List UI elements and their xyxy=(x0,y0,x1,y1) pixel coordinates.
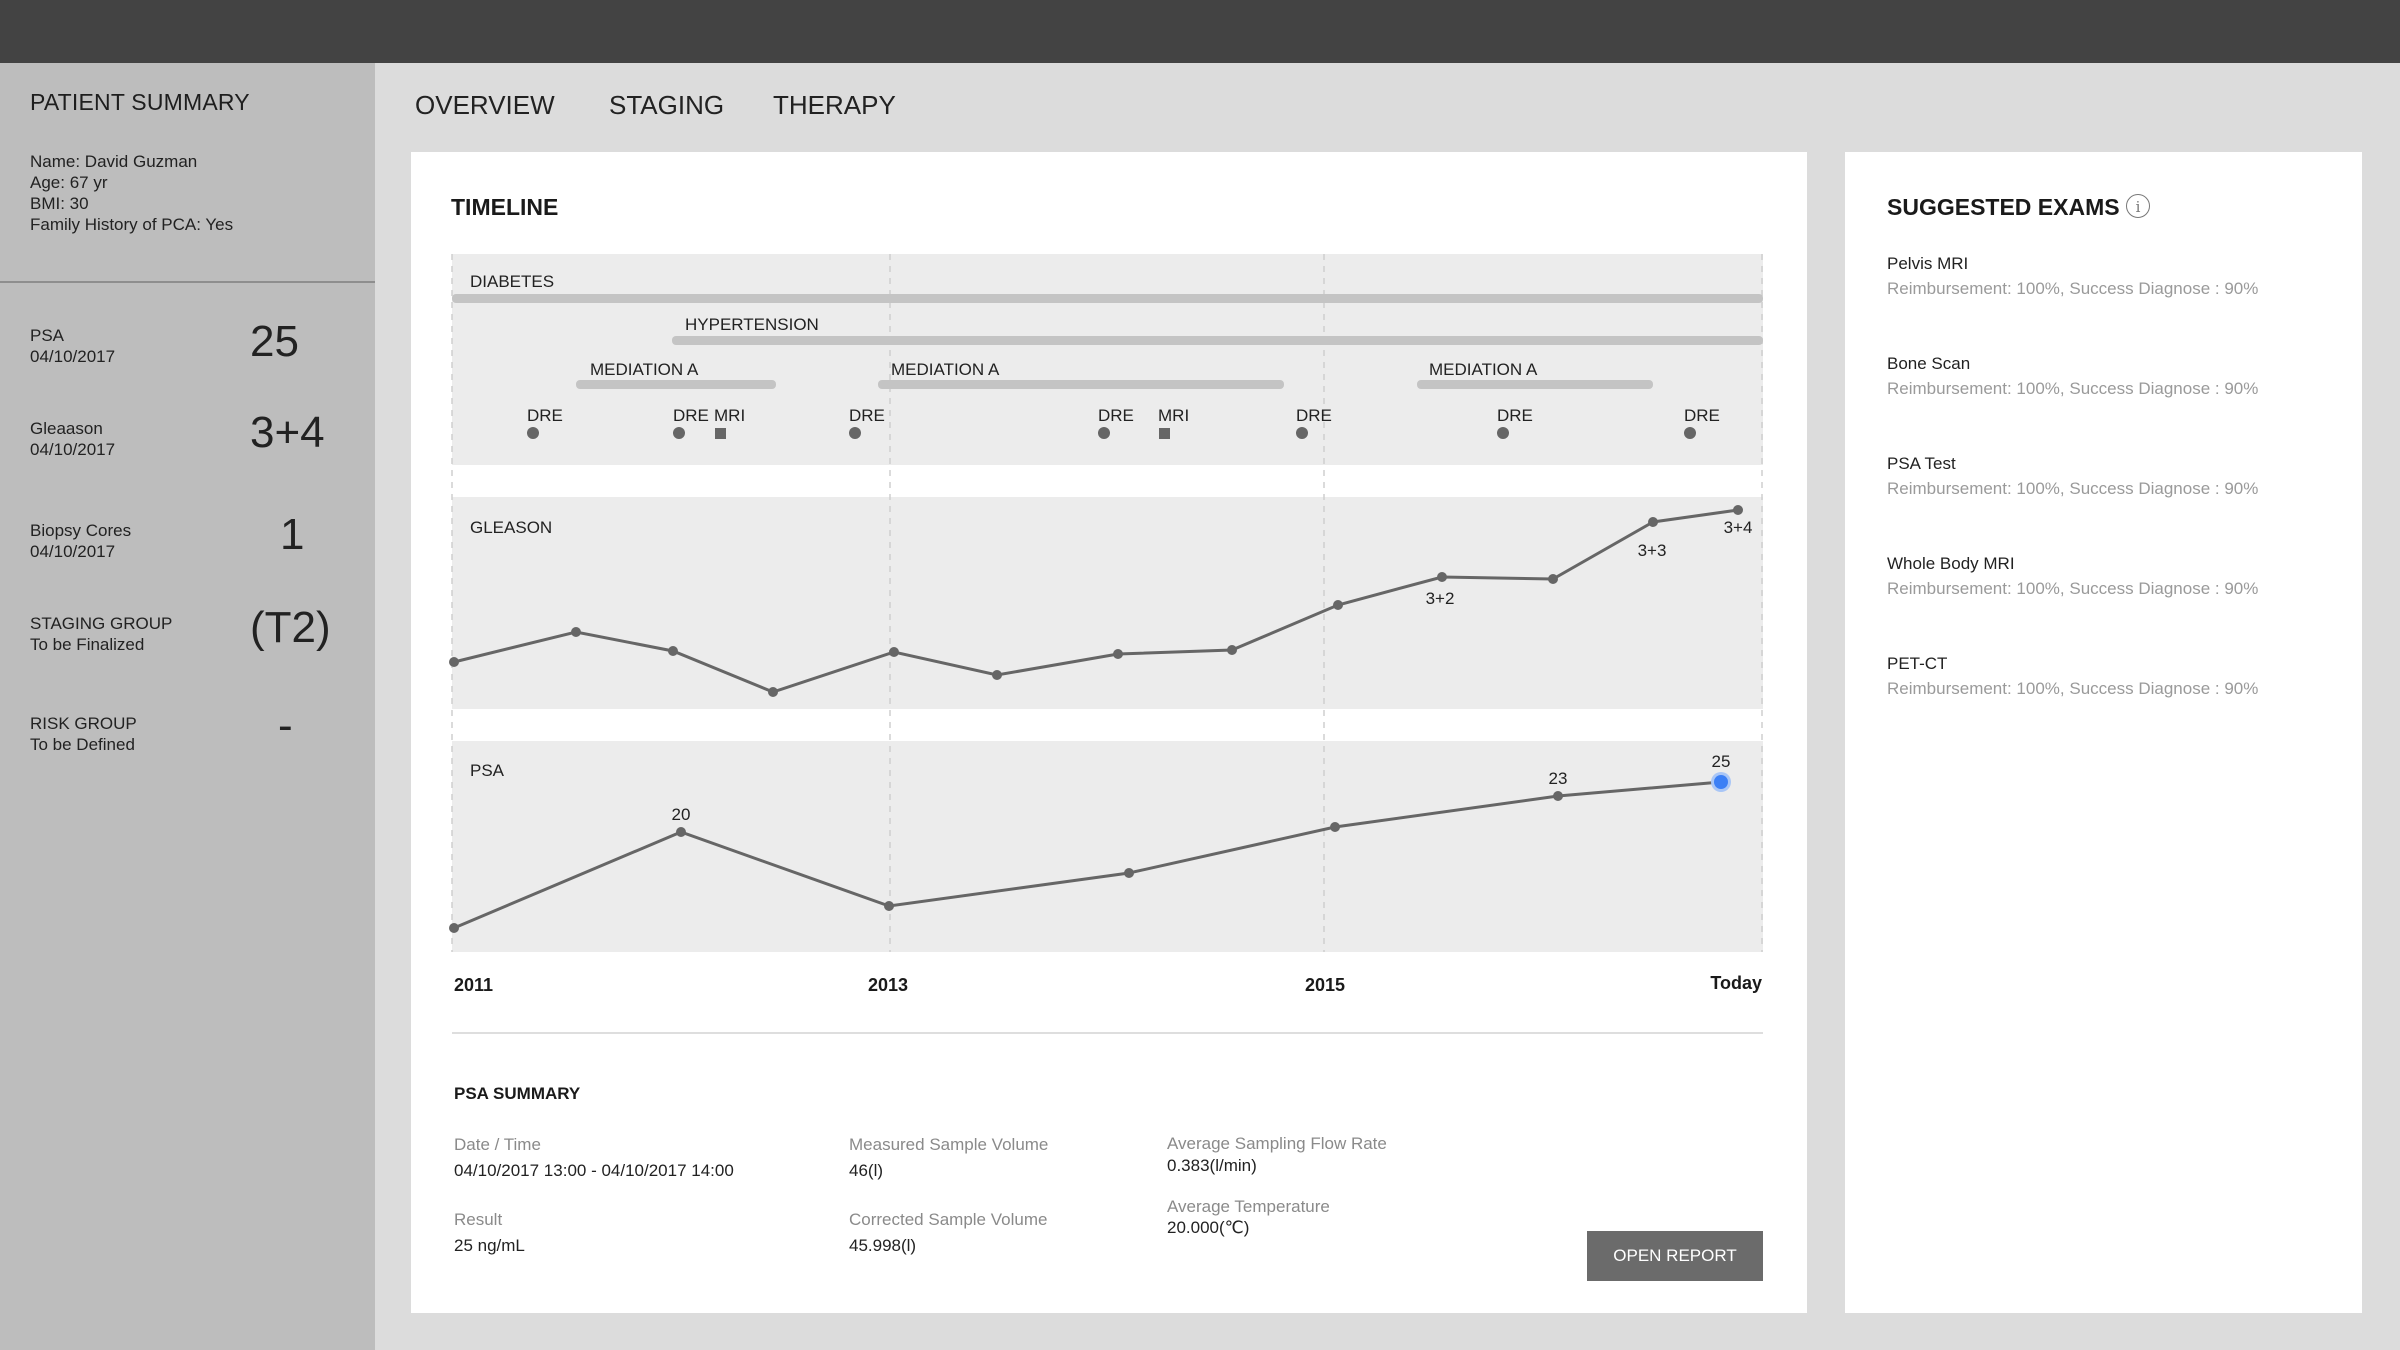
psa-summary-title: PSA SUMMARY xyxy=(454,1084,581,1103)
open-report-button[interactable]: OPEN REPORT xyxy=(1587,1231,1763,1281)
gleason-point[interactable] xyxy=(1548,574,1558,584)
suggested-exams-card xyxy=(1845,152,2362,1313)
psa-point-selected[interactable] xyxy=(1714,775,1728,789)
event-marker-mri[interactable] xyxy=(1159,428,1170,439)
event-marker-mri[interactable] xyxy=(715,428,726,439)
exam-name: Pelvis MRI xyxy=(1887,254,1969,273)
event-marker-dre[interactable] xyxy=(1296,427,1308,439)
gleason-annotation-3-3: 3+3 xyxy=(1638,541,1667,560)
gleason-point[interactable] xyxy=(1648,517,1658,527)
corrected-volume-label: Corrected Sample Volume xyxy=(849,1210,1048,1229)
x-label-2015: 2015 xyxy=(1305,975,1345,995)
measured-volume-label: Measured Sample Volume xyxy=(849,1135,1049,1154)
psa-point[interactable] xyxy=(1553,791,1563,801)
mediation-label-1: MEDIATION A xyxy=(590,360,699,379)
gleason-point[interactable] xyxy=(1733,505,1743,515)
x-label-today: Today xyxy=(1710,973,1762,993)
mediation-label-2: MEDIATION A xyxy=(891,360,1000,379)
condition-hypertension-label: HYPERTENSION xyxy=(685,315,819,334)
gleason-point[interactable] xyxy=(571,627,581,637)
psa-point[interactable] xyxy=(449,923,459,933)
psa-result-value: 25 ng/mL xyxy=(454,1236,525,1255)
event-label-dre: DRE xyxy=(1098,406,1134,425)
x-label-2013: 2013 xyxy=(868,975,908,995)
psa-point[interactable] xyxy=(1330,822,1340,832)
mediation-bar-3 xyxy=(1417,380,1653,389)
exam-item[interactable]: PSA Test Reimbursement: 100%, Success Di… xyxy=(1887,454,2327,499)
event-label-dre: DRE xyxy=(527,406,563,425)
condition-diabetes-bar xyxy=(452,294,1763,303)
psa-point[interactable] xyxy=(676,827,686,837)
gleason-point[interactable] xyxy=(668,646,678,656)
condition-diabetes-label: DIABETES xyxy=(470,272,554,291)
event-label-mri: MRI xyxy=(714,406,745,425)
event-marker-dre[interactable] xyxy=(673,427,685,439)
event-label-dre: DRE xyxy=(849,406,885,425)
mediation-bar-1 xyxy=(576,380,776,389)
gleason-point[interactable] xyxy=(449,657,459,667)
exam-meta: Reimbursement: 100%, Success Diagnose : … xyxy=(1887,679,2259,698)
exam-name: Bone Scan xyxy=(1887,354,1971,373)
gleason-point[interactable] xyxy=(1113,649,1123,659)
gleason-point[interactable] xyxy=(1227,645,1237,655)
event-label-dre: DRE xyxy=(1684,406,1720,425)
exam-item[interactable]: PET-CT Reimbursement: 100%, Success Diag… xyxy=(1887,654,2327,699)
event-label-mri: MRI xyxy=(1158,406,1189,425)
gleason-annotation-3-2: 3+2 xyxy=(1426,589,1455,608)
measured-volume-value: 46(l) xyxy=(849,1161,884,1180)
psa-annotation-23: 23 xyxy=(1549,769,1568,788)
exam-name: PSA Test xyxy=(1887,454,1956,473)
temperature-label: Average Temperature xyxy=(1167,1197,1330,1216)
gleason-point[interactable] xyxy=(1437,572,1447,582)
gleason-band xyxy=(452,497,1763,709)
mediation-label-3: MEDIATION A xyxy=(1429,360,1538,379)
flow-rate-label: Average Sampling Flow Rate xyxy=(1167,1134,1387,1153)
suggested-exams-title: SUGGESTED EXAMS xyxy=(1887,194,2120,220)
event-label-dre: DRE xyxy=(673,406,709,425)
gleason-point[interactable] xyxy=(1333,600,1343,610)
psa-point[interactable] xyxy=(1124,868,1134,878)
event-label-dre: DRE xyxy=(1497,406,1533,425)
mediation-bar-2 xyxy=(878,380,1284,389)
flow-rate-value: 0.383(l/min) xyxy=(1167,1156,1257,1175)
event-marker-dre[interactable] xyxy=(849,427,861,439)
exam-meta: Reimbursement: 100%, Success Diagnose : … xyxy=(1887,579,2259,598)
event-marker-dre[interactable] xyxy=(527,427,539,439)
psa-annotation-25: 25 xyxy=(1712,752,1731,771)
exam-name: Whole Body MRI xyxy=(1887,554,2015,573)
timeline-divider xyxy=(452,1032,1763,1034)
condition-hypertension-bar xyxy=(672,336,1763,345)
exam-meta: Reimbursement: 100%, Success Diagnose : … xyxy=(1887,479,2259,498)
psa-date-value: 04/10/2017 13:00 - 04/10/2017 14:00 xyxy=(454,1161,734,1180)
exam-name: PET-CT xyxy=(1887,654,1948,673)
info-icon[interactable]: i xyxy=(2126,194,2150,218)
gleason-label: GLEASON xyxy=(470,518,552,537)
event-marker-dre[interactable] xyxy=(1684,427,1696,439)
event-label-dre: DRE xyxy=(1296,406,1332,425)
x-label-2011: 2011 xyxy=(454,975,493,995)
exam-meta: Reimbursement: 100%, Success Diagnose : … xyxy=(1887,279,2259,298)
psa-chart-label: PSA xyxy=(470,761,505,780)
event-marker-dre[interactable] xyxy=(1098,427,1110,439)
exam-item[interactable]: Whole Body MRI Reimbursement: 100%, Succ… xyxy=(1887,554,2327,599)
gleason-point[interactable] xyxy=(889,647,899,657)
exam-item[interactable]: Pelvis MRI Reimbursement: 100%, Success … xyxy=(1887,254,2327,299)
gleason-point[interactable] xyxy=(768,687,778,697)
temperature-value: 20.000(℃) xyxy=(1167,1218,1250,1237)
corrected-volume-value: 45.998(l) xyxy=(849,1236,917,1255)
exam-item[interactable]: Bone Scan Reimbursement: 100%, Success D… xyxy=(1887,354,2327,399)
psa-annotation-20: 20 xyxy=(672,805,691,824)
event-marker-dre[interactable] xyxy=(1497,427,1509,439)
gleason-point[interactable] xyxy=(992,670,1002,680)
exam-meta: Reimbursement: 100%, Success Diagnose : … xyxy=(1887,379,2259,398)
gleason-annotation-3-4: 3+4 xyxy=(1724,518,1753,537)
psa-result-label: Result xyxy=(454,1210,503,1229)
psa-date-label: Date / Time xyxy=(454,1135,541,1154)
psa-point[interactable] xyxy=(884,901,894,911)
